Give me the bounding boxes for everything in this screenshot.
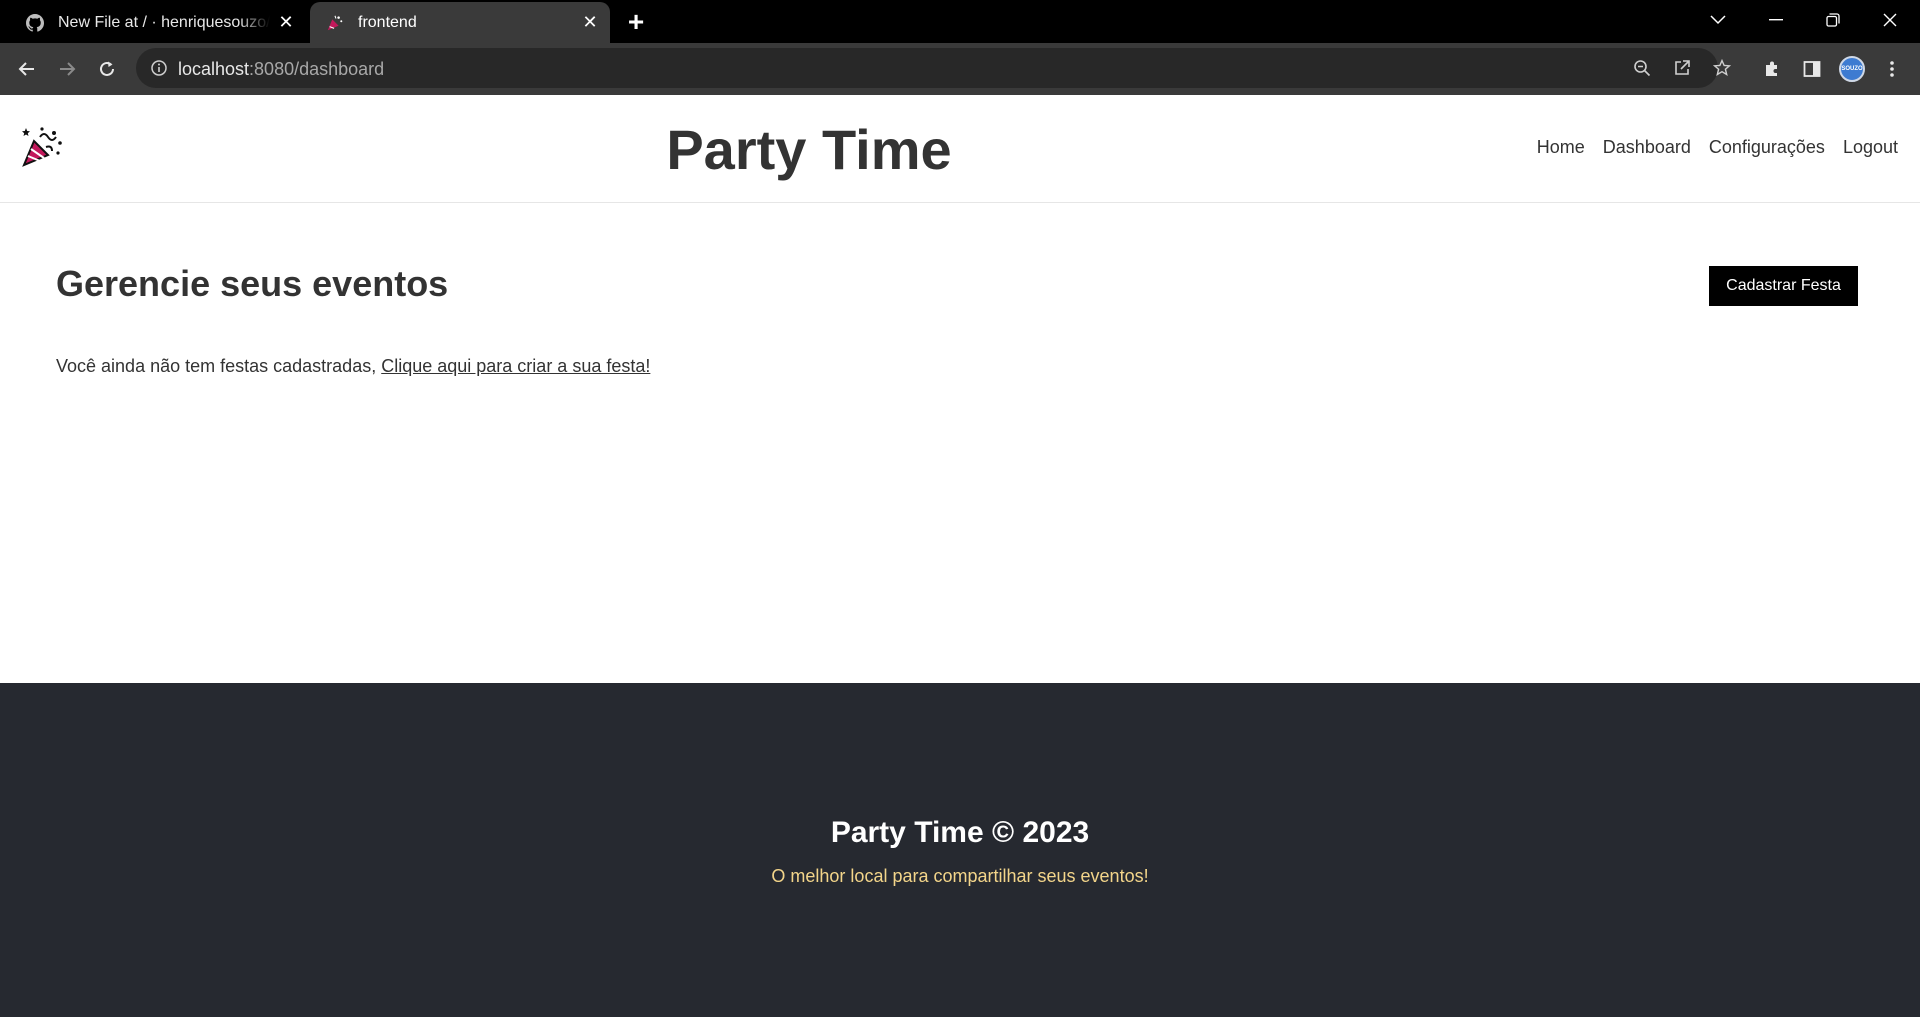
nav-link-logout[interactable]: Logout [1843, 137, 1898, 158]
bookmark-star-icon[interactable] [1710, 56, 1734, 80]
forward-arrow-icon[interactable] [51, 53, 83, 85]
close-window-icon[interactable] [1862, 0, 1918, 40]
tab-search-chevron-icon[interactable] [1690, 0, 1746, 40]
url-host: localhost [178, 59, 250, 79]
empty-state-text: Você ainda não tem festas cadastradas, [56, 356, 382, 376]
site-title: Party Time [666, 118, 952, 181]
url-path: :8080/dashboard [249, 59, 385, 79]
reload-icon[interactable] [91, 53, 123, 85]
main-nav: Home Dashboard Configurações Logout [1537, 137, 1898, 158]
minimize-icon[interactable] [1748, 0, 1804, 40]
extensions-puzzle-icon[interactable] [1756, 53, 1788, 85]
info-icon[interactable] [150, 59, 168, 77]
browser-toolbar: localhost:8080/dashboard SOUZO [0, 43, 1920, 95]
footer-title: Party Time © 2023 [830, 816, 1090, 849]
side-panel-icon[interactable] [1796, 53, 1828, 85]
site-navbar: Party Time Home Dashboard Configurações … [0, 95, 1920, 203]
restore-icon[interactable] [1805, 0, 1861, 40]
browser-tab-bar: New File at / · henriquesouzo/Fe ✕ front… [0, 0, 1920, 43]
kebab-menu-icon[interactable] [1876, 53, 1908, 85]
nav-link-configuracoes[interactable]: Configurações [1709, 137, 1825, 158]
browser-tab-frontend[interactable]: frontend ✕ [310, 2, 610, 43]
site-footer: Party Time © 2023 O melhor local para co… [0, 683, 1920, 1017]
nav-link-home[interactable]: Home [1537, 137, 1585, 158]
create-party-link[interactable]: Clique aqui para criar a sua festa! [381, 356, 650, 376]
party-popper-icon [324, 12, 346, 34]
empty-state-message: Você ainda não tem festas cadastradas, C… [56, 356, 650, 377]
dashboard-main: Gerencie seus eventos Cadastrar Festa Vo… [0, 204, 1920, 683]
browser-tab-github[interactable]: New File at / · henriquesouzo/Fe ✕ [10, 2, 306, 43]
create-party-button[interactable]: Cadastrar Festa [1709, 266, 1858, 306]
new-tab-button[interactable]: + [620, 6, 652, 38]
profile-label: SOUZO [1839, 56, 1865, 82]
nav-link-dashboard[interactable]: Dashboard [1603, 137, 1691, 158]
close-icon[interactable]: ✕ [274, 10, 298, 34]
address-bar[interactable]: localhost:8080/dashboard [136, 48, 1731, 88]
back-arrow-icon[interactable] [11, 53, 43, 85]
close-icon[interactable]: ✕ [578, 10, 602, 34]
url-text[interactable]: localhost:8080/dashboard [178, 59, 384, 80]
footer-tagline: O melhor local para compartilhar seus ev… [771, 866, 1149, 886]
tab-title: frontend [358, 13, 417, 31]
profile-avatar[interactable]: SOUZO [1836, 53, 1868, 85]
share-icon[interactable] [1670, 56, 1694, 80]
page-heading: Gerencie seus eventos [56, 263, 449, 304]
tab-title: New File at / · henriquesouzo/Fe [58, 13, 270, 31]
zoom-icon[interactable] [1630, 56, 1654, 80]
github-icon [24, 12, 46, 34]
